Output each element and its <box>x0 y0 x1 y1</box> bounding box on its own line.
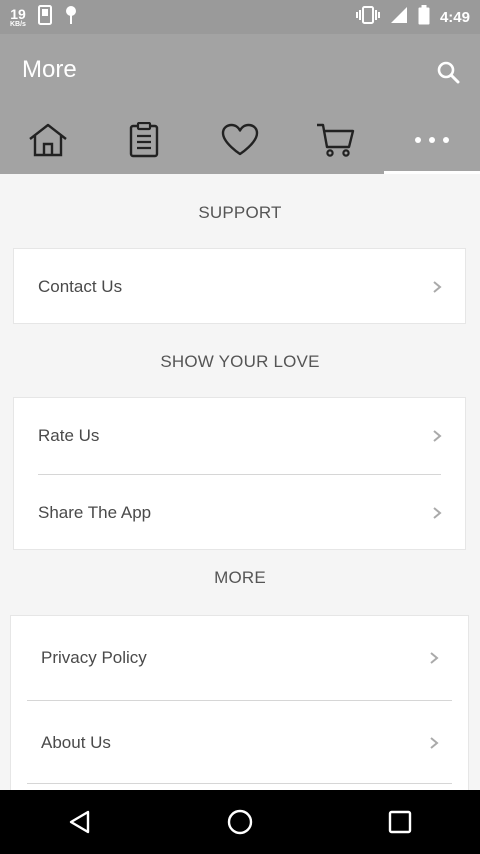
tab-home[interactable] <box>0 106 96 174</box>
tab-wishlist[interactable] <box>192 106 288 174</box>
system-nav-bar <box>0 790 480 854</box>
card-more: Privacy Policy About Us <box>10 615 469 790</box>
back-button[interactable] <box>50 792 110 852</box>
vibrate-icon <box>355 5 380 29</box>
network-speed-unit: KB/s <box>10 20 26 28</box>
menu-item-label: Share The App <box>38 503 152 522</box>
chevron-right-icon <box>430 736 439 749</box>
chevron-right-icon <box>433 430 442 442</box>
menu-item-rate-us[interactable]: Rate Us <box>14 398 465 474</box>
app-bar: More <box>0 34 480 174</box>
search-icon <box>437 61 460 84</box>
home-button[interactable] <box>210 792 270 852</box>
page-title: More <box>22 56 77 83</box>
menu-item-label: Contact Us <box>38 277 123 296</box>
battery-icon <box>418 4 430 30</box>
menu-item-privacy-policy[interactable]: Privacy Policy <box>11 616 468 700</box>
tab-bar <box>0 106 480 174</box>
signal-icon <box>390 6 408 29</box>
home-icon <box>29 123 67 157</box>
chevron-right-icon <box>433 281 442 293</box>
recents-square-icon <box>388 810 412 834</box>
menu-item-contact-us[interactable]: Contact Us <box>14 249 465 325</box>
heart-icon <box>221 123 259 156</box>
chevron-right-icon <box>430 652 439 664</box>
network-speed-value: 19 <box>10 5 26 22</box>
clock: 4:49 <box>439 8 470 26</box>
tab-more[interactable] <box>384 106 480 174</box>
cart-icon <box>317 123 355 157</box>
menu-item-label: About Us <box>41 732 111 752</box>
network-speed: 19 KB/s <box>10 7 26 28</box>
menu-item-about-us[interactable]: About Us <box>11 701 468 784</box>
sim-card-icon <box>37 4 52 30</box>
status-right: 4:49 <box>355 4 470 30</box>
search-button[interactable] <box>432 56 464 88</box>
card-support: Contact Us <box>13 248 466 324</box>
more-dots-icon <box>415 137 449 143</box>
section-header-support: SUPPORT <box>198 203 282 222</box>
status-left: 19 KB/s <box>10 4 78 30</box>
menu-item-label: Rate Us <box>38 426 100 445</box>
tab-orders[interactable] <box>96 106 192 174</box>
back-triangle-icon <box>69 810 90 834</box>
section-header-more: MORE <box>214 568 266 587</box>
menu-item-share-the-app[interactable]: Share The App <box>14 475 465 551</box>
home-circle-icon <box>227 809 253 835</box>
section-header-show-your-love: SHOW YOUR LOVE <box>160 352 320 371</box>
android-debug-icon <box>64 5 78 30</box>
divider <box>27 783 452 784</box>
menu-item-label: Privacy Policy <box>41 648 147 667</box>
clipboard-icon <box>129 122 159 158</box>
status-bar: 19 KB/s 4:49 <box>0 0 480 34</box>
recents-button[interactable] <box>370 792 430 852</box>
tab-cart[interactable] <box>288 106 384 174</box>
chevron-right-icon <box>433 507 442 519</box>
card-show-your-love: Rate Us Share The App <box>13 397 466 550</box>
content-area: SUPPORT Contact Us SHOW YOUR LOVE Rate U… <box>0 174 480 790</box>
